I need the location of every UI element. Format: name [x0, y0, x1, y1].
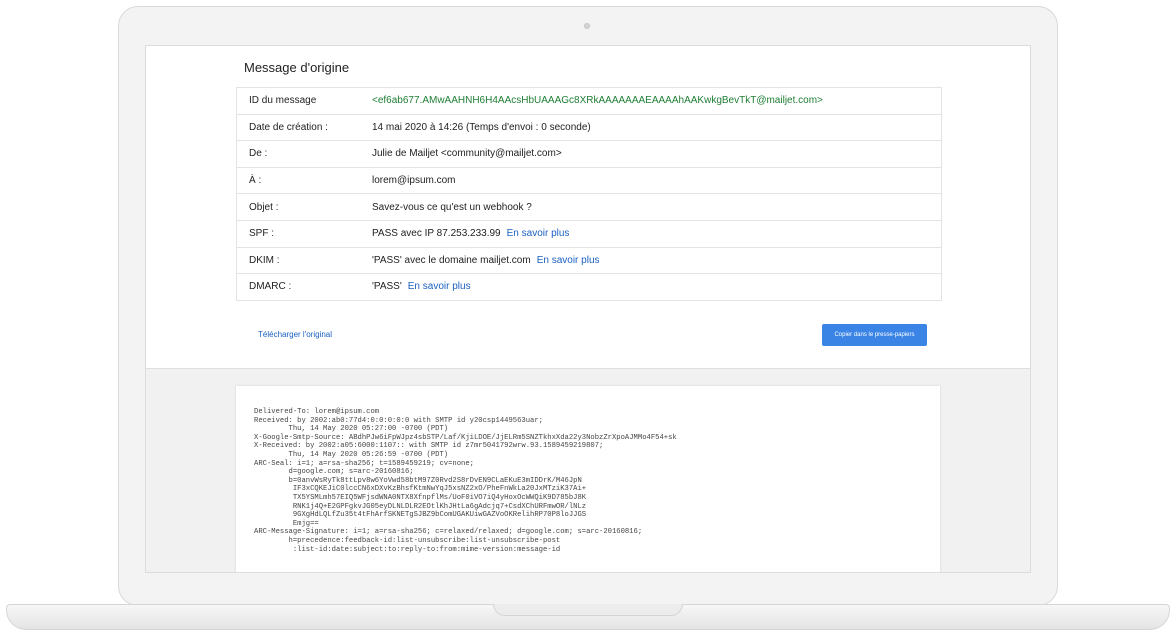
detail-row: DMARC : 'PASS' En savoir plus — [236, 273, 942, 301]
detail-value-cell: Julie de Mailjet <community@mailjet.com> — [372, 140, 942, 168]
raw-message-source: Delivered-To: lorem@ipsum.com Received: … — [254, 408, 677, 554]
laptop-notch — [493, 604, 683, 616]
learn-more-link[interactable]: En savoir plus — [537, 255, 600, 266]
detail-row: ID du message <ef6ab677.AMwAAHNH6H4AAcsHb… — [236, 87, 942, 115]
detail-value-cell: 'PASS' avec le domaine mailjet.com En sav… — [372, 247, 942, 275]
camera-dot — [584, 23, 590, 29]
download-original-link[interactable]: Télécharger l'original — [258, 330, 332, 339]
raw-line: Delivered-To: lorem@ipsum.com — [254, 408, 380, 416]
detail-key: De : — [236, 140, 372, 168]
detail-value-cell: lorem@ipsum.com — [372, 167, 942, 195]
detail-row: DKIM : 'PASS' avec le domaine mailjet.com… — [236, 247, 942, 275]
detail-key: À : — [236, 167, 372, 195]
raw-line: Received: by 2002:ab0:77d4:0:0:0:0:0 wit… — [254, 416, 543, 425]
raw-line: b=0anvWsRyTk8ttLpv8w6YoVwd58btM97Z0Rvd2S… — [254, 476, 582, 485]
raw-message-card: Delivered-To: lorem@ipsum.com Received: … — [236, 386, 940, 572]
detail-key: SPF : — [236, 220, 372, 248]
raw-line: h=precedence:feedback-id:list-unsubscrib… — [254, 536, 561, 545]
detail-value: <ef6ab677.AMwAAHNH6H4AAcsHbUAAAGc8XRkAAA… — [372, 95, 823, 107]
detail-value-cell: 14 mai 2020 à 14:26 (Temps d'envoi : 0 s… — [372, 114, 942, 142]
learn-more-link[interactable]: En savoir plus — [507, 228, 570, 239]
detail-value: 'PASS' — [372, 281, 402, 293]
raw-line: 9GXgHdLQLfZu35t4tFhArfSKNETgSJBZ9bComUGA… — [254, 511, 587, 520]
raw-line: IF3xCQKEJiC0lccCN6xDXvKzBhsfKtmNwYqJ5xsN… — [254, 485, 587, 494]
detail-value-cell: 'PASS' En savoir plus — [372, 273, 942, 301]
learn-more-link[interactable]: En savoir plus — [408, 281, 471, 292]
message-details-table: ID du message <ef6ab677.AMwAAHNH6H4AAcsHb… — [236, 87, 942, 301]
detail-row: De : Julie de Mailjet <community@mailjet.… — [236, 140, 942, 168]
detail-row: Date de création :14 mai 2020 à 14:26 (T… — [236, 114, 942, 142]
detail-value: 14 mai 2020 à 14:26 (Temps d'envoi : 0 s… — [372, 121, 591, 133]
detail-key: Date de création : — [236, 114, 372, 142]
detail-value: PASS avec IP 87.253.233.99 — [372, 228, 501, 240]
detail-value: 'PASS' avec le domaine mailjet.com — [372, 254, 531, 266]
raw-line: X-Received: by 2002:a05:6000:1107:: with… — [254, 442, 604, 451]
raw-line: ARC-Message-Signature: i=1; a=rsa-sha256… — [254, 528, 643, 537]
raw-line: RNK1j4Q+E2GPFgkvJG05eyDLNLDLR2EOtlKhJHtL… — [254, 502, 587, 511]
detail-key: DMARC : — [236, 273, 372, 301]
screen: Message d'origine ID du message <ef6ab677… — [145, 45, 1031, 573]
raw-line: Emjg== — [254, 519, 319, 528]
detail-key: DKIM : — [236, 247, 372, 275]
raw-line: Thu, 14 May 2020 05:27:00 -0700 (PDT) — [254, 425, 449, 434]
raw-line: X-Google-Smtp-Source: ABdhPJw6iFpWJpz4sb… — [254, 433, 677, 442]
copy-to-clipboard-button[interactable]: Copier dans le presse-papiers — [822, 324, 927, 346]
detail-value: Julie de Mailjet <community@mailjet.com> — [372, 148, 562, 160]
detail-row: À : lorem@ipsum.com — [236, 167, 942, 195]
detail-value-cell: <ef6ab677.AMwAAHNH6H4AAcsHbUAAAGc8XRkAAA… — [372, 87, 942, 115]
detail-value: lorem@ipsum.com — [372, 175, 456, 187]
raw-line: :list-id:date:subject:to:reply-to:from:m… — [254, 545, 561, 554]
detail-value: Savez-vous ce qu'est un webhook ? — [372, 201, 532, 213]
raw-line: Thu, 14 May 2020 05:26:59 -0700 (PDT) — [254, 450, 449, 459]
detail-key: Objet : — [236, 193, 372, 221]
detail-row: SPF : PASS avec IP 87.253.233.99 En savoir… — [236, 220, 942, 248]
message-header-panel: Message d'origine ID du message <ef6ab677… — [146, 46, 1030, 369]
detail-row: Objet : Savez-vous ce qu'est un webhook ? — [236, 193, 942, 221]
raw-line: ARC-Seal: i=1; a=rsa-sha256; t=158945921… — [254, 459, 474, 468]
raw-line: TX5YSMLmh57EIQ5WFjsdWNA0NTX8XfnpflMs/UoF… — [254, 493, 587, 502]
raw-line: d=google.com; s=arc-20160816; — [254, 468, 414, 477]
page-title: Message d'origine — [244, 60, 350, 75]
detail-key: ID du message — [236, 87, 372, 115]
detail-value-cell: Savez-vous ce qu'est un webhook ? — [372, 193, 942, 221]
detail-value-cell: PASS avec IP 87.253.233.99 En savoir plus — [372, 220, 942, 248]
